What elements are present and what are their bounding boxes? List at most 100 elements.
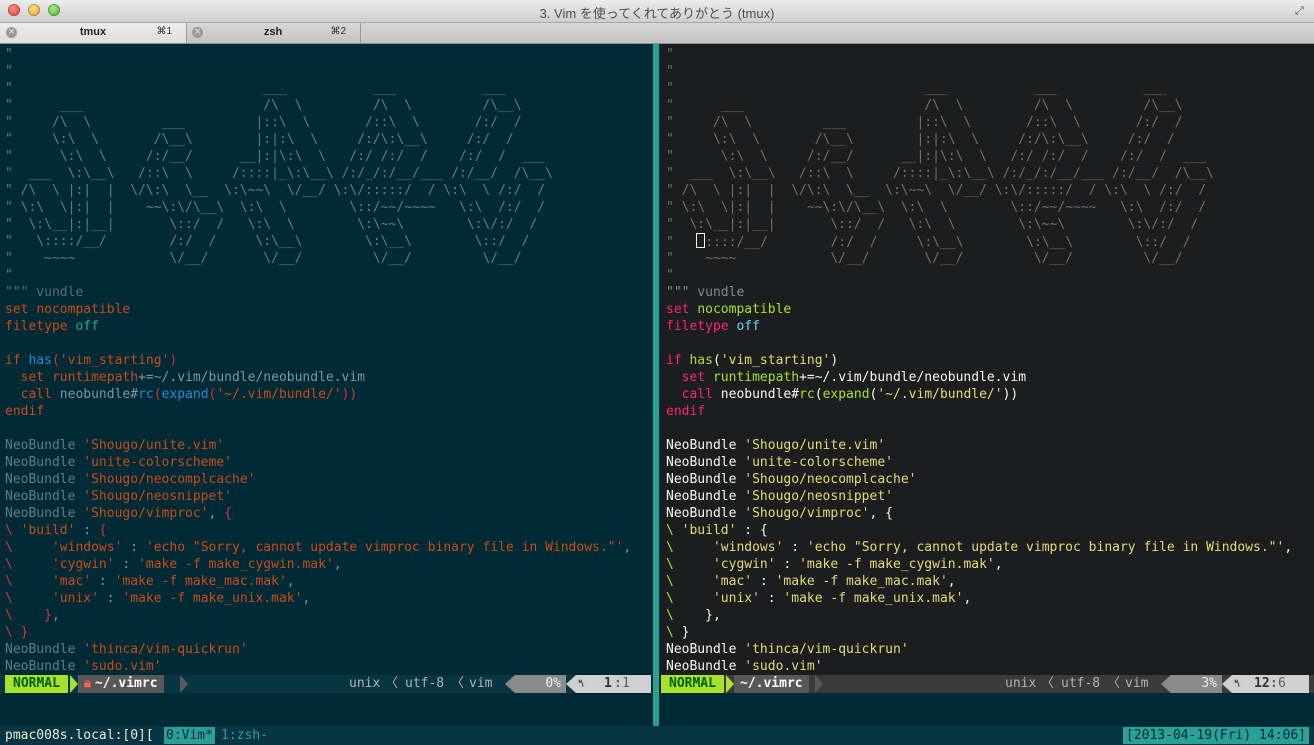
fullscreen-icon[interactable]: ⤢ <box>1295 4 1308 17</box>
code-line: NeoBundle 'sudo.vim' <box>5 659 162 674</box>
code-line: \ }, <box>5 608 60 623</box>
code-line: NeoBundle 'Shougo/vimproc', { <box>5 506 232 521</box>
filename: ~/.vimrc <box>94 676 158 691</box>
code-line: set runtimepath+=~/.vim/bundle/neobundle… <box>20 370 366 385</box>
code-line: " \:\__|:|__| \::/ / \:\ \ \:\~~\ \:\/:/… <box>5 217 538 232</box>
tmux-window-active[interactable]: 0:Vim* <box>164 727 215 744</box>
mode-indicator: NORMAL <box>661 675 724 693</box>
code-line: " \:\ \ /\__\ |:|:\ \ /:/\:\__\ /:/ / <box>666 132 1175 147</box>
code-line: \ 'cygwin' : 'make -f make_cygwin.mak', <box>5 557 342 572</box>
tab-zsh[interactable]: × zsh ⌘2 <box>186 23 361 43</box>
divider-icon: 〈 <box>1107 676 1121 691</box>
code-line: call neobundle#rc(expand('~/.vim/bundle/… <box>681 387 1019 402</box>
mode-indicator: NORMAL <box>5 675 68 693</box>
tmux-window[interactable]: 1:zsh- <box>221 726 268 745</box>
filetype: vim <box>1125 676 1149 691</box>
tab-tmux[interactable]: × tmux ⌘1 <box>0 23 187 43</box>
column-number: 1 <box>622 676 630 691</box>
code-line: " ~~~~ \/__/ \/__/ \/__/ \/__/ <box>5 251 522 266</box>
code-line: if has('vim_starting') <box>666 353 839 368</box>
code-line: " <box>5 64 13 79</box>
separator-arrow <box>505 675 515 693</box>
cursor-position: ␤ 12 : 6 <box>1232 675 1309 693</box>
code-line: " \:\ \|:| | ~~\:\/\__\ \:\ \ \::/~~/~~~… <box>666 200 1207 215</box>
filename-segment: 🔒︎ ~/.vimrc <box>78 675 164 693</box>
code-line: NeoBundle 'Shougo/vimproc', { <box>666 506 893 521</box>
filename: ~/.vimrc <box>740 676 803 691</box>
code-line: " ___ \:\__\ /::\ \ /::::|_\:\__\ /:/_/:… <box>5 166 553 181</box>
vim-statusline-left: NORMAL 🔒︎ ~/.vimrc unix 〈 utf-8 〈 vim 0% … <box>0 675 651 693</box>
lock-icon: 🔒︎ <box>84 676 91 691</box>
line-number: 1 <box>604 676 612 691</box>
code-line: " ___ /\ \ /\ \ /\__\ <box>666 98 1183 113</box>
code-line: " /\ \ ___ |::\ \ /::\ \ /:/ / <box>666 115 1183 130</box>
code-line: " <box>666 47 674 62</box>
code-line: " ~~~~ \/__/ \/__/ \/__/ \/__/ <box>666 251 1183 266</box>
code-line: filetype off <box>666 319 760 334</box>
code-line: " \:\ \ /:/__/ __|:|\:\ \ /:/ /:/ / /:/ … <box>5 149 546 164</box>
line-number-icon: ␤ <box>578 679 586 689</box>
tmux-datetime: [2013-04-19(Fri) 14:06] <box>1122 727 1309 744</box>
code-line: NeoBundle 'thinca/vim-quickrun' <box>5 642 248 657</box>
code-line: \ 'build' : { <box>5 523 107 538</box>
code-line: \ 'windows' : 'echo "Sorry, cannot updat… <box>5 540 632 555</box>
code-line: " /\ \ ___ |::\ \ /::\ \ /:/ / <box>5 115 522 130</box>
code-line: " \::::/__/ /:/ / \:\__\ \:\__\ \::/ / <box>5 234 530 249</box>
code-line: NeoBundle 'sudo.vim' <box>666 659 823 674</box>
code-line: \ } <box>666 625 690 640</box>
code-line: call neobundle#rc(expand('~/.vim/bundle/… <box>20 387 358 402</box>
code-line: NeoBundle 'thinca/vim-quickrun' <box>666 642 909 657</box>
code-line: NeoBundle 'Shougo/neocomplcache' <box>666 472 917 487</box>
line-number-icon: ␤ <box>1234 679 1242 689</box>
separator-arrow <box>726 675 734 693</box>
code-line: " /\ \ |:| | \/\:\ \__ \:\~~\ \/__/ \:\/… <box>5 183 546 198</box>
separator-arrow <box>180 675 188 693</box>
divider-icon: 〈 <box>451 676 465 691</box>
code-line: NeoBundle 'Shougo/neosnippet' <box>5 489 232 504</box>
code-line: " <box>666 268 674 283</box>
code-line: """ vundle <box>5 285 84 300</box>
scroll-percent: 0% <box>515 675 566 693</box>
code-line: \ } <box>5 625 29 640</box>
code-line: \ 'unix' : 'make -f make_unix.mak', <box>666 591 972 606</box>
filetype: vim <box>469 676 493 691</box>
encoding: utf-8 <box>405 676 445 691</box>
pane-separator[interactable] <box>651 44 661 726</box>
divider-icon: 〈 <box>1041 676 1055 691</box>
vim-pane-left[interactable]: " " " ___ ___ ___ " ___ /\ \ /\ \ /\__\ " /\… <box>0 44 651 693</box>
code-line: endif <box>666 404 706 419</box>
code-line: set nocompatible <box>666 302 792 317</box>
fileformat: unix <box>1005 676 1037 691</box>
window-title: 3. Vim を使ってくれてありがとう (tmux) <box>539 6 775 21</box>
code-line: NeoBundle 'Shougo/neocomplcache' <box>5 472 256 487</box>
code-line: " <box>666 64 674 79</box>
tmux-statusbar: pmac008s.local:[0][ 0:Vim* 1:zsh- [2013-… <box>0 726 1314 745</box>
separator-arrow <box>566 675 576 693</box>
code-line: NeoBundle 'unite-colorscheme' <box>666 455 893 470</box>
code-line: \ 'windows' : 'echo "Sorry, cannot updat… <box>666 540 1293 555</box>
code-line: filetype off <box>5 319 99 334</box>
code-line: \ 'build' : { <box>666 523 768 538</box>
code-editor[interactable]: " " " ___ ___ ___ " ___ /\ \ /\ \ /\__\ " /\… <box>666 46 1292 692</box>
code-line: NeoBundle 'Shougo/unite.vim' <box>5 438 225 453</box>
code-line: " ___ ___ ___ <box>666 81 1167 96</box>
line-number: 12 <box>1254 676 1270 691</box>
cursor-position: ␤ 1 : 1 <box>576 675 651 693</box>
cursor <box>696 233 706 248</box>
code-line: endif <box>5 404 45 419</box>
column-number: 6 <box>1278 676 1286 691</box>
code-line: NeoBundle 'Shougo/unite.vim' <box>666 438 886 453</box>
pane-divider <box>653 44 659 726</box>
tab-bar: × tmux ⌘1 × zsh ⌘2 <box>0 23 1314 44</box>
filename-segment: ~/.vimrc <box>734 675 809 693</box>
code-line: \ 'mac' : 'make -f make_mac.mak', <box>5 574 295 589</box>
code-editor[interactable]: " " " ___ ___ ___ " ___ /\ \ /\ \ /\__\ " /\… <box>5 46 631 692</box>
code-line: \ 'cygwin' : 'make -f make_cygwin.mak', <box>666 557 1003 572</box>
code-line: \ }, <box>666 608 721 623</box>
scroll-percent: 3% <box>1171 675 1222 693</box>
vim-pane-right[interactable]: " " " ___ ___ ___ " ___ /\ \ /\ \ /\__\ " /\… <box>661 44 1314 693</box>
